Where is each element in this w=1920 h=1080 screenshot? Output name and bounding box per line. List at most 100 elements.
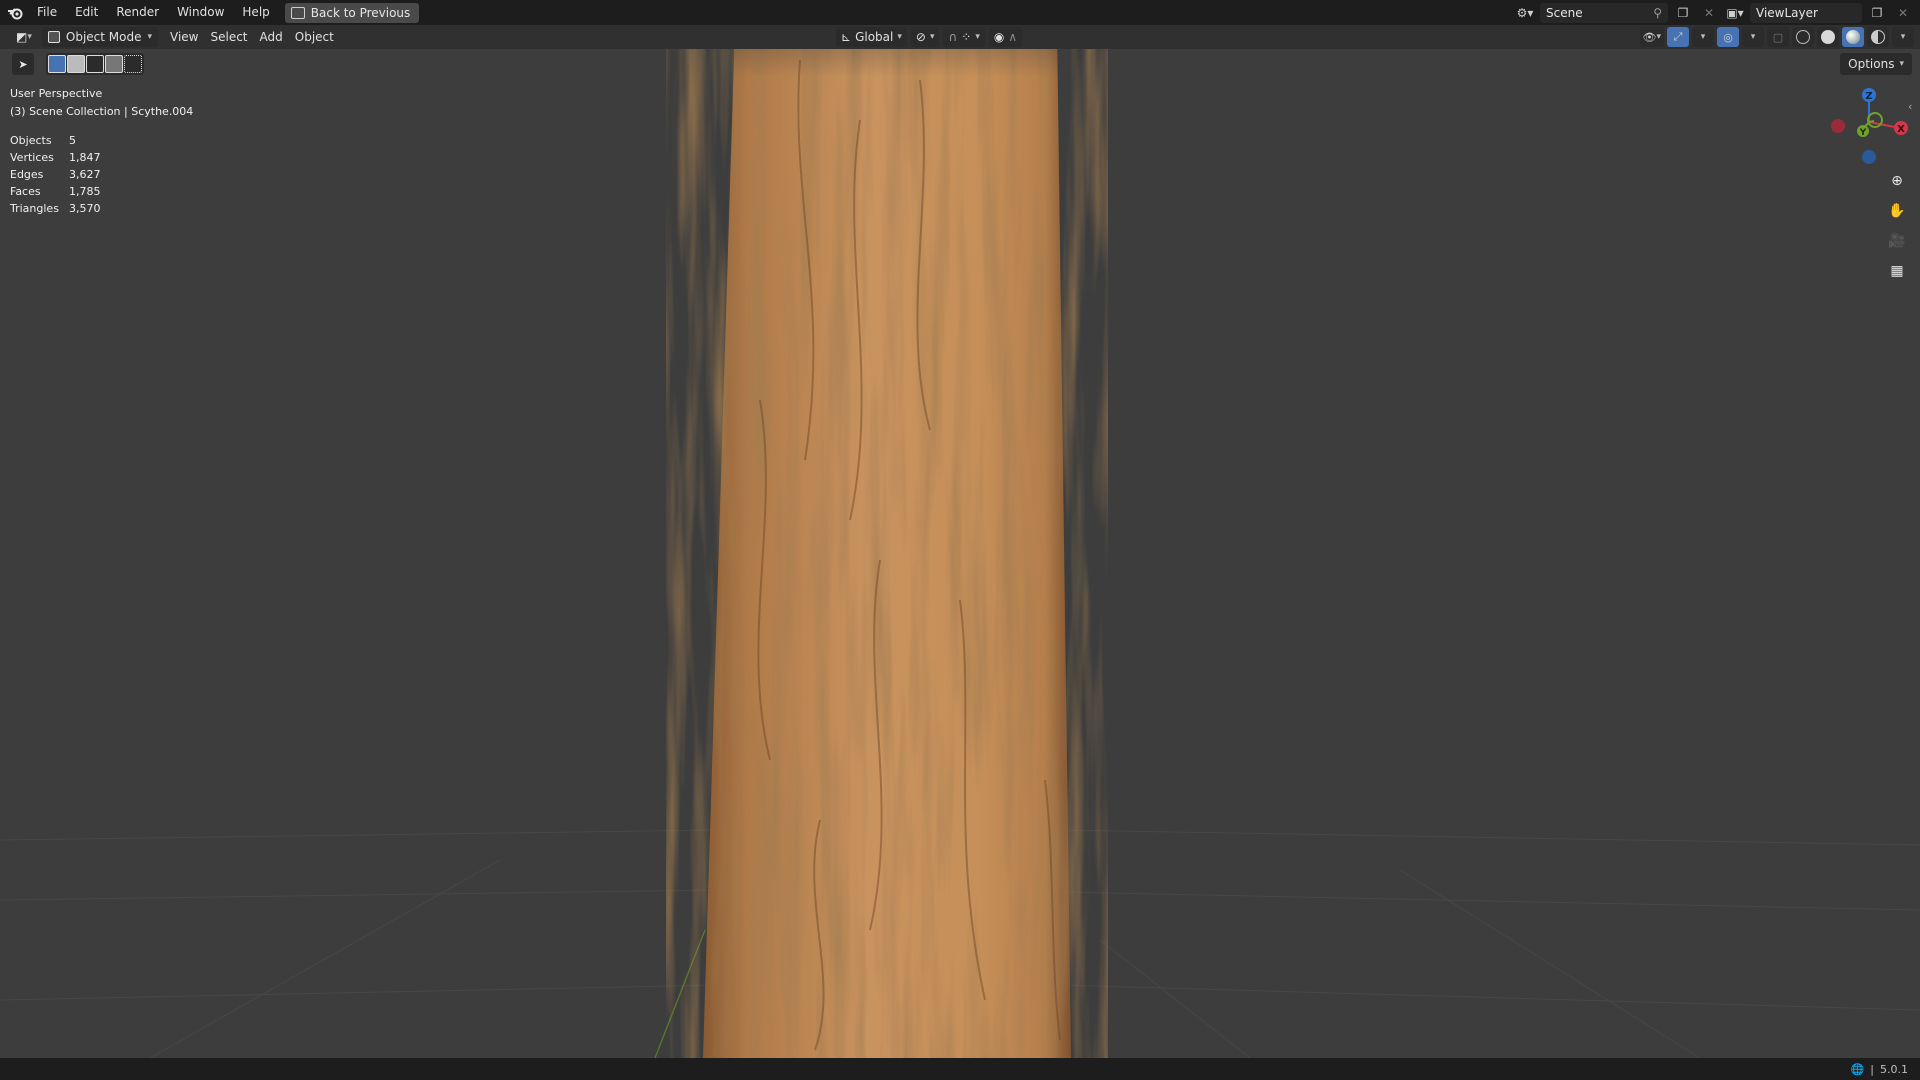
back-to-previous-button[interactable]: Back to Previous [284, 2, 420, 23]
stat-row: Objects 5 [10, 132, 101, 149]
selection-mode-group [46, 53, 144, 75]
back-icon [290, 6, 305, 19]
rendered-shading-button[interactable] [1867, 27, 1889, 47]
gizmo-neg-x-axis[interactable] [1831, 119, 1845, 133]
gizmo-dropdown[interactable]: ▾ [1692, 27, 1714, 47]
snap-target-icon: ⁘ [961, 30, 972, 44]
select-new-icon [48, 55, 66, 73]
mode-selector[interactable]: Object Mode ▾ [41, 27, 158, 47]
delete-view-layer-icon[interactable]: ✕ [1892, 3, 1914, 23]
ortho-toggle-button[interactable]: ▦ [1884, 258, 1910, 284]
xray-toggle[interactable]: ▢ [1767, 27, 1789, 47]
scene-selector[interactable]: Scene ⚲ [1540, 2, 1668, 23]
overlay-icon: ◎ [1723, 30, 1733, 44]
select-tool-button[interactable]: ➤ [12, 53, 34, 75]
camera-view-button[interactable]: 🎥 [1884, 228, 1910, 254]
wireframe-shading-button[interactable] [1792, 27, 1814, 47]
stat-label: Edges [10, 168, 44, 181]
solid-shading-button[interactable] [1817, 27, 1839, 47]
menu-render[interactable]: Render [107, 0, 168, 25]
rendered-shading-icon [1871, 30, 1885, 44]
shading-dropdown[interactable]: ▾ [1892, 27, 1914, 47]
scene-name: Scene [1546, 5, 1583, 20]
visibility-icon: 👁 [1642, 30, 1657, 44]
pivot-selector[interactable]: ⊘ ▾ [910, 27, 940, 47]
menu-help[interactable]: Help [233, 0, 278, 25]
zoom-button[interactable]: ⊕ [1884, 168, 1910, 194]
overlay-toggle[interactable]: ◎ [1717, 27, 1739, 47]
stat-row: Faces 1,785 [10, 183, 101, 200]
menu-window[interactable]: Window [168, 0, 233, 25]
stat-value: 3,627 [69, 168, 101, 181]
transform-tools: ⊾ Global ▾ ⊘ ▾ ∩ ⁘ ▾ ◉ ∧ [836, 27, 1023, 47]
xray-icon: ▢ [1772, 30, 1784, 44]
pin-icon[interactable]: ⚲ [1653, 6, 1662, 20]
menu-edit[interactable]: Edit [66, 0, 107, 25]
solid-shading-icon [1821, 30, 1835, 44]
gizmo-neg-y-axis[interactable] [1867, 112, 1883, 128]
view-layer-icon[interactable]: ▣▾ [1724, 3, 1746, 23]
material-shading-button[interactable] [1842, 27, 1864, 47]
select-subtract-icon [86, 55, 104, 73]
menu-add[interactable]: Add [254, 27, 289, 47]
gizmo-x-label: X [1897, 124, 1905, 135]
transform-orientation-selector[interactable]: ⊾ Global ▾ [836, 27, 907, 47]
select-intersect-mode[interactable] [124, 55, 142, 73]
stat-row: Triangles 3,570 [10, 200, 101, 217]
new-view-layer-icon[interactable]: ❐ [1866, 3, 1888, 23]
stat-row: Vertices 1,847 [10, 149, 101, 166]
menu-file[interactable]: File [28, 0, 66, 25]
proportional-edit-toggle[interactable]: ◉ ∧ [988, 27, 1023, 47]
view-layer-name: ViewLayer [1756, 5, 1818, 20]
workspace-controls: ⚙▾ Scene ⚲ ❐ ✕ ▣▾ ViewLayer ❐ ✕ [1514, 0, 1920, 25]
gizmo-y-label: Y [1859, 128, 1867, 138]
select-invert-mode[interactable] [105, 55, 123, 73]
delete-scene-icon[interactable]: ✕ [1698, 3, 1720, 23]
gizmo-neg-z-axis[interactable] [1862, 150, 1876, 164]
navigation-gizmo[interactable]: Z X Y [1820, 86, 1910, 166]
scene-icon[interactable]: ⚙▾ [1514, 3, 1536, 23]
view-perspective-label: User Perspective [10, 87, 103, 100]
select-subtract-mode[interactable] [86, 55, 104, 73]
scene-statistics: Objects 5 Vertices 1,847 Edges 3,627 Faces 1… [10, 132, 101, 217]
mode-label: Object Mode [65, 30, 142, 44]
select-extend-icon [67, 55, 85, 73]
select-new-mode[interactable] [48, 55, 66, 73]
top-menu-bar: File Edit Render Window Help Back to Pre… [0, 0, 1920, 25]
pan-button[interactable]: ✋ [1884, 198, 1910, 224]
gizmo-toggle[interactable]: ⤢ [1667, 27, 1689, 47]
version-label: 5.0.1 [1880, 1062, 1908, 1076]
menu-view[interactable]: View [164, 27, 204, 47]
snap-toggle[interactable]: ∩ ⁘ ▾ [943, 27, 985, 47]
new-scene-icon[interactable]: ❐ [1672, 3, 1694, 23]
stat-label: Vertices [10, 151, 54, 164]
stat-value: 1,847 [69, 151, 101, 164]
view-layer-selector[interactable]: ViewLayer [1750, 2, 1862, 23]
blender-logo-icon[interactable] [2, 0, 28, 25]
menu-object[interactable]: Object [289, 27, 340, 47]
status-bar: 🌐 | 5.0.1 [0, 1058, 1920, 1080]
wireframe-shading-icon [1796, 30, 1810, 44]
options-label: Options [1848, 57, 1895, 71]
status-separator: | [1870, 1062, 1874, 1076]
pivot-icon: ⊘ [915, 30, 926, 44]
menu-select[interactable]: Select [204, 27, 253, 47]
gizmo-icon: ⤢ [1673, 30, 1683, 43]
stat-label: Faces [10, 185, 41, 198]
stat-value: 1,785 [69, 185, 101, 198]
material-shading-icon [1846, 30, 1860, 44]
zoom-icon: ⊕ [1891, 173, 1903, 189]
stat-row: Edges 3,627 [10, 166, 101, 183]
orientation-label: Global [855, 30, 894, 44]
editor-type-icon[interactable]: ◩ ▾ [10, 27, 38, 47]
select-extend-mode[interactable] [67, 55, 85, 73]
viewport-scene [0, 25, 1920, 1058]
tool-settings: ➤ [12, 53, 144, 75]
sidebar-toggle[interactable]: ‹ [1908, 100, 1912, 113]
visibility-selector[interactable]: 👁 ▾ [1639, 27, 1664, 47]
overlay-dropdown[interactable]: ▾ [1742, 27, 1764, 47]
options-dropdown[interactable]: Options ▾ [1840, 53, 1912, 75]
grid-view-icon: ▦ [1890, 263, 1904, 279]
globe-icon: 🌐 [1850, 1062, 1865, 1076]
select-invert-icon [105, 55, 123, 73]
